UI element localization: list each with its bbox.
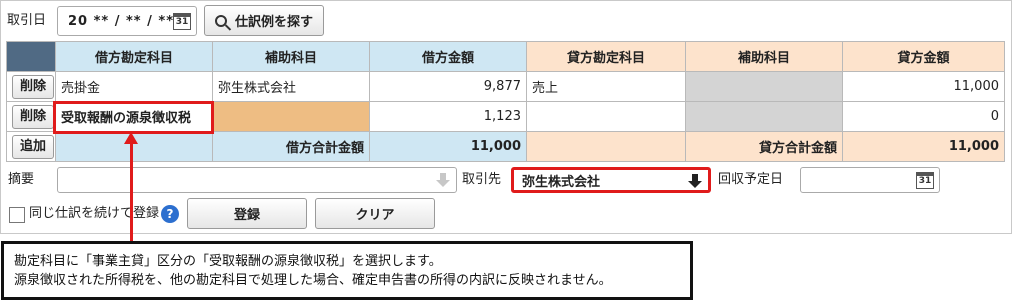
debit-account-cell[interactable]: 売掛金 xyxy=(55,71,213,102)
add-row-button[interactable]: 追加 xyxy=(12,134,54,159)
partner-select[interactable]: 弥生株式会社 xyxy=(511,167,711,193)
credit-account-cell[interactable]: 売上 xyxy=(526,71,686,102)
explanation-callout: 勘定科目に「事業主貸」区分の「受取報酬の源泉徴収税」を選択します。 源泉徴収され… xyxy=(1,241,693,300)
debit-amount-cell[interactable]: 1,123 xyxy=(369,101,527,132)
date-label: 取引日 xyxy=(7,13,47,28)
memo-label: 摘要 xyxy=(8,172,35,187)
credit-total-value: 11,000 xyxy=(842,131,1005,162)
register-button[interactable]: 登録 xyxy=(187,198,307,229)
credit-sub-cell xyxy=(685,71,843,102)
delete-row-button[interactable]: 削除 xyxy=(12,74,54,99)
debit-sub-cell[interactable]: 弥生株式会社 xyxy=(212,71,370,102)
help-icon[interactable]: ? xyxy=(161,205,179,223)
col-credit-amount: 貸方金額 xyxy=(842,41,1005,72)
callout-line-2: 源泉徴収された所得税を、他の勘定科目で処理した場合、確定申告書の所得の内訳に反映… xyxy=(14,273,612,288)
debit-sub-cell xyxy=(212,101,370,132)
search-icon xyxy=(214,14,227,27)
col-debit-amount: 借方金額 xyxy=(369,41,527,72)
repeat-entry-label: 同じ仕訳を続けて登録 xyxy=(29,206,160,221)
debit-total-label: 借方合計金額 xyxy=(212,131,370,162)
col-credit-account: 貸方勘定科目 xyxy=(526,41,686,72)
due-date-label: 回収予定日 xyxy=(718,172,784,187)
credit-total-label: 貸方合計金額 xyxy=(685,131,843,162)
totals-credit-spacer xyxy=(526,131,686,162)
search-button-label: 仕訳例を探す xyxy=(234,15,313,30)
calendar-icon[interactable]: 31 xyxy=(916,172,934,189)
debit-amount-cell[interactable]: 9,877 xyxy=(369,71,527,102)
due-date-input[interactable]: 31 xyxy=(800,167,940,193)
col-credit-sub: 補助科目 xyxy=(685,41,843,72)
credit-account-cell[interactable] xyxy=(526,101,686,132)
table-header-row: 借方勘定科目 補助科目 借方金額 貸方勘定科目 補助科目 貸方金額 xyxy=(6,41,1005,72)
repeat-entry-checkbox[interactable] xyxy=(9,207,25,223)
credit-sub-cell xyxy=(685,101,843,132)
credit-amount-cell[interactable]: 0 xyxy=(842,101,1005,132)
callout-line-1: 勘定科目に「事業主貸」区分の「受取報酬の源泉徴収税」を選択します。 xyxy=(14,254,442,269)
partner-dropdown-icon[interactable] xyxy=(688,173,702,189)
table-row: 削除 売掛金 弥生株式会社 9,877 売上 11,000 xyxy=(6,71,1005,102)
partner-value: 弥生株式会社 xyxy=(522,174,601,190)
header-corner xyxy=(6,41,56,72)
callout-arrow-line xyxy=(130,142,133,241)
memo-input[interactable] xyxy=(57,167,457,193)
credit-amount-cell[interactable]: 11,000 xyxy=(842,71,1005,102)
debit-total-value: 11,000 xyxy=(369,131,527,162)
col-debit-sub: 補助科目 xyxy=(212,41,370,72)
memo-dropdown-icon[interactable] xyxy=(436,172,450,188)
date-value: 20 ** / ** / ** xyxy=(68,13,175,29)
col-debit-account: 借方勘定科目 xyxy=(55,41,213,72)
partner-label: 取引先 xyxy=(462,172,502,187)
search-journal-example-button[interactable]: 仕訳例を探す xyxy=(204,5,324,36)
calendar-icon[interactable]: 31 xyxy=(173,13,191,30)
highlight-account-box xyxy=(53,101,214,134)
date-input[interactable]: 20 ** / ** / ** 31 xyxy=(57,6,197,36)
totals-row: 追加 借方合計金額 11,000 貸方合計金額 11,000 xyxy=(6,131,1005,162)
clear-button[interactable]: クリア xyxy=(315,198,435,229)
delete-row-button[interactable]: 削除 xyxy=(12,104,54,129)
